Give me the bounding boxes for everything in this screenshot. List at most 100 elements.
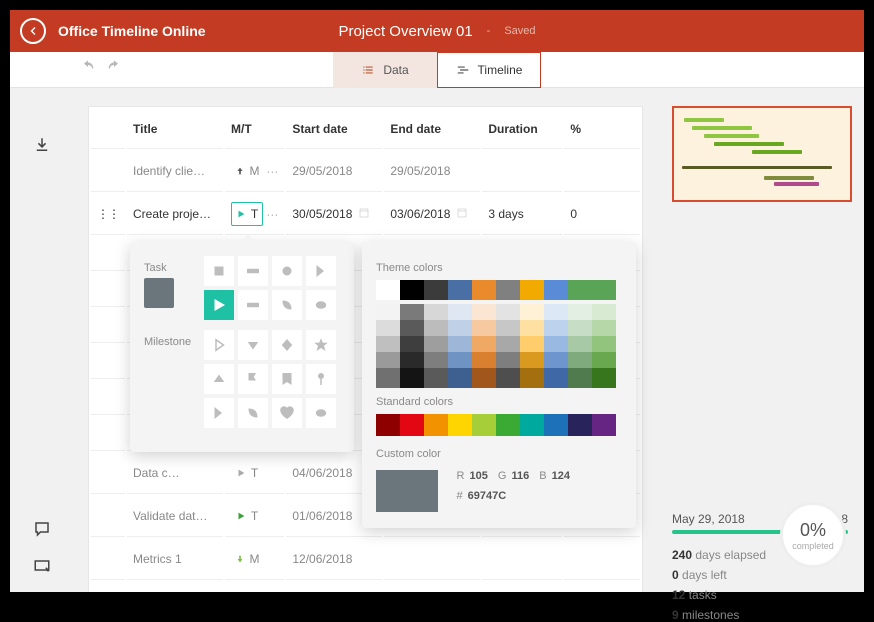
row-handle[interactable]: [91, 539, 125, 580]
mt-indicator[interactable]: M: [231, 547, 263, 571]
cell-start[interactable]: 29/05/2018: [286, 151, 382, 192]
color-swatch[interactable]: [520, 280, 544, 300]
color-swatch[interactable]: [448, 280, 472, 300]
cell-title[interactable]: Metrics 1: [127, 539, 223, 580]
color-swatch[interactable]: [568, 368, 592, 388]
table-row[interactable]: Identify clie… M ⋯ 29/05/2018 29/05/2018: [91, 151, 640, 192]
col-end[interactable]: End date: [384, 109, 480, 149]
table-row[interactable]: Metrics 1 M 12/06/2018: [91, 539, 640, 580]
color-swatch[interactable]: [592, 280, 616, 300]
color-swatch[interactable]: [520, 368, 544, 388]
col-start[interactable]: Start date: [286, 109, 382, 149]
row-handle[interactable]: [91, 345, 125, 379]
cell-end[interactable]: 29/05/2018: [384, 151, 480, 192]
cell-pct[interactable]: [564, 151, 640, 192]
color-swatch[interactable]: [400, 414, 424, 436]
row-handle[interactable]: [91, 151, 125, 192]
present-button[interactable]: [29, 554, 55, 580]
back-button[interactable]: [20, 18, 46, 44]
mt-indicator[interactable]: T: [231, 590, 263, 592]
color-swatch[interactable]: [400, 368, 424, 388]
mt-indicator[interactable]: T: [231, 202, 263, 226]
col-title[interactable]: Title: [127, 109, 223, 149]
col-pct[interactable]: %: [564, 109, 640, 149]
color-swatch[interactable]: [400, 280, 424, 300]
cell-end[interactable]: 03/06/2018: [384, 194, 480, 235]
col-duration[interactable]: Duration: [482, 109, 562, 149]
cell-start[interactable]: 13/06/2018: [286, 582, 382, 592]
cell-mt[interactable]: M ⋯: [225, 151, 284, 192]
row-handle[interactable]: [91, 309, 125, 343]
color-swatch[interactable]: [472, 414, 496, 436]
milestone-shape-option[interactable]: [238, 398, 268, 428]
color-swatch[interactable]: [424, 280, 448, 300]
mt-indicator[interactable]: M: [231, 159, 263, 183]
cell-duration[interactable]: [482, 151, 562, 192]
timeline-thumbnail[interactable]: [672, 106, 852, 202]
download-button[interactable]: [29, 132, 55, 158]
task-color-swatch[interactable]: [144, 278, 174, 308]
cell-pct[interactable]: [564, 539, 640, 580]
table-row[interactable]: ⋮⋮ Create proje… T ⋯ 30/05/2018 03/06/20…: [91, 194, 640, 235]
row-handle[interactable]: [91, 496, 125, 537]
task-shape-option[interactable]: [306, 256, 336, 286]
table-row[interactable]: Analysis T 13/06/2018: [91, 582, 640, 592]
cell-mt[interactable]: M: [225, 539, 284, 580]
tab-data[interactable]: Data: [333, 52, 437, 88]
color-swatch[interactable]: [376, 414, 400, 436]
cell-pct[interactable]: [564, 582, 640, 592]
feedback-button[interactable]: [29, 516, 55, 542]
cell-mt[interactable]: T: [225, 453, 284, 494]
cell-title[interactable]: Identify clie…: [127, 151, 223, 192]
cell-start[interactable]: 12/06/2018: [286, 539, 382, 580]
row-handle[interactable]: [91, 453, 125, 494]
task-shape-option[interactable]: [272, 290, 302, 320]
color-swatch[interactable]: [496, 280, 520, 300]
mt-indicator[interactable]: T: [231, 504, 263, 528]
cell-end[interactable]: [384, 539, 480, 580]
milestone-shape-option[interactable]: [272, 398, 302, 428]
color-swatch[interactable]: [544, 368, 568, 388]
task-shape-option[interactable]: [238, 256, 268, 286]
milestone-shape-option[interactable]: [204, 330, 234, 360]
color-swatch[interactable]: [496, 414, 520, 436]
calendar-icon[interactable]: [456, 207, 468, 222]
color-swatch[interactable]: [448, 368, 472, 388]
cell-title[interactable]: Analysis: [127, 582, 223, 592]
cell-duration[interactable]: 3 days: [482, 194, 562, 235]
milestone-shape-option[interactable]: [306, 398, 336, 428]
milestone-shape-option[interactable]: [204, 364, 234, 394]
cell-mt[interactable]: T: [225, 582, 284, 592]
task-shape-option[interactable]: [306, 290, 336, 320]
tab-timeline[interactable]: Timeline: [437, 52, 541, 88]
milestone-shape-option[interactable]: [306, 364, 336, 394]
row-handle[interactable]: [91, 582, 125, 592]
color-swatch[interactable]: [568, 280, 592, 300]
custom-color-swatch[interactable]: [376, 470, 438, 512]
row-handle[interactable]: [91, 273, 125, 307]
cell-title[interactable]: Create proje…: [127, 194, 223, 235]
cell-end[interactable]: [384, 582, 480, 592]
color-swatch[interactable]: [544, 280, 568, 300]
row-handle[interactable]: ⋮⋮: [91, 194, 125, 235]
task-shape-option[interactable]: [204, 290, 234, 320]
cell-duration[interactable]: [482, 582, 562, 592]
mt-indicator[interactable]: T: [231, 461, 263, 485]
cell-title[interactable]: Data c…: [127, 453, 223, 494]
milestone-shape-option[interactable]: [306, 330, 336, 360]
color-swatch[interactable]: [376, 368, 400, 388]
cell-title[interactable]: Validate dat…: [127, 496, 223, 537]
task-shape-option[interactable]: [204, 256, 234, 286]
milestone-shape-option[interactable]: [238, 330, 268, 360]
color-swatch[interactable]: [448, 414, 472, 436]
task-shape-option[interactable]: [272, 256, 302, 286]
row-handle[interactable]: [91, 417, 125, 451]
milestone-shape-option[interactable]: [272, 330, 302, 360]
color-swatch[interactable]: [424, 368, 448, 388]
cell-pct[interactable]: 0: [564, 194, 640, 235]
row-handle[interactable]: [91, 381, 125, 415]
color-swatch[interactable]: [424, 414, 448, 436]
col-mt[interactable]: M/T: [225, 109, 284, 149]
cell-duration[interactable]: [482, 539, 562, 580]
cell-mt[interactable]: T ⋯: [225, 194, 284, 235]
